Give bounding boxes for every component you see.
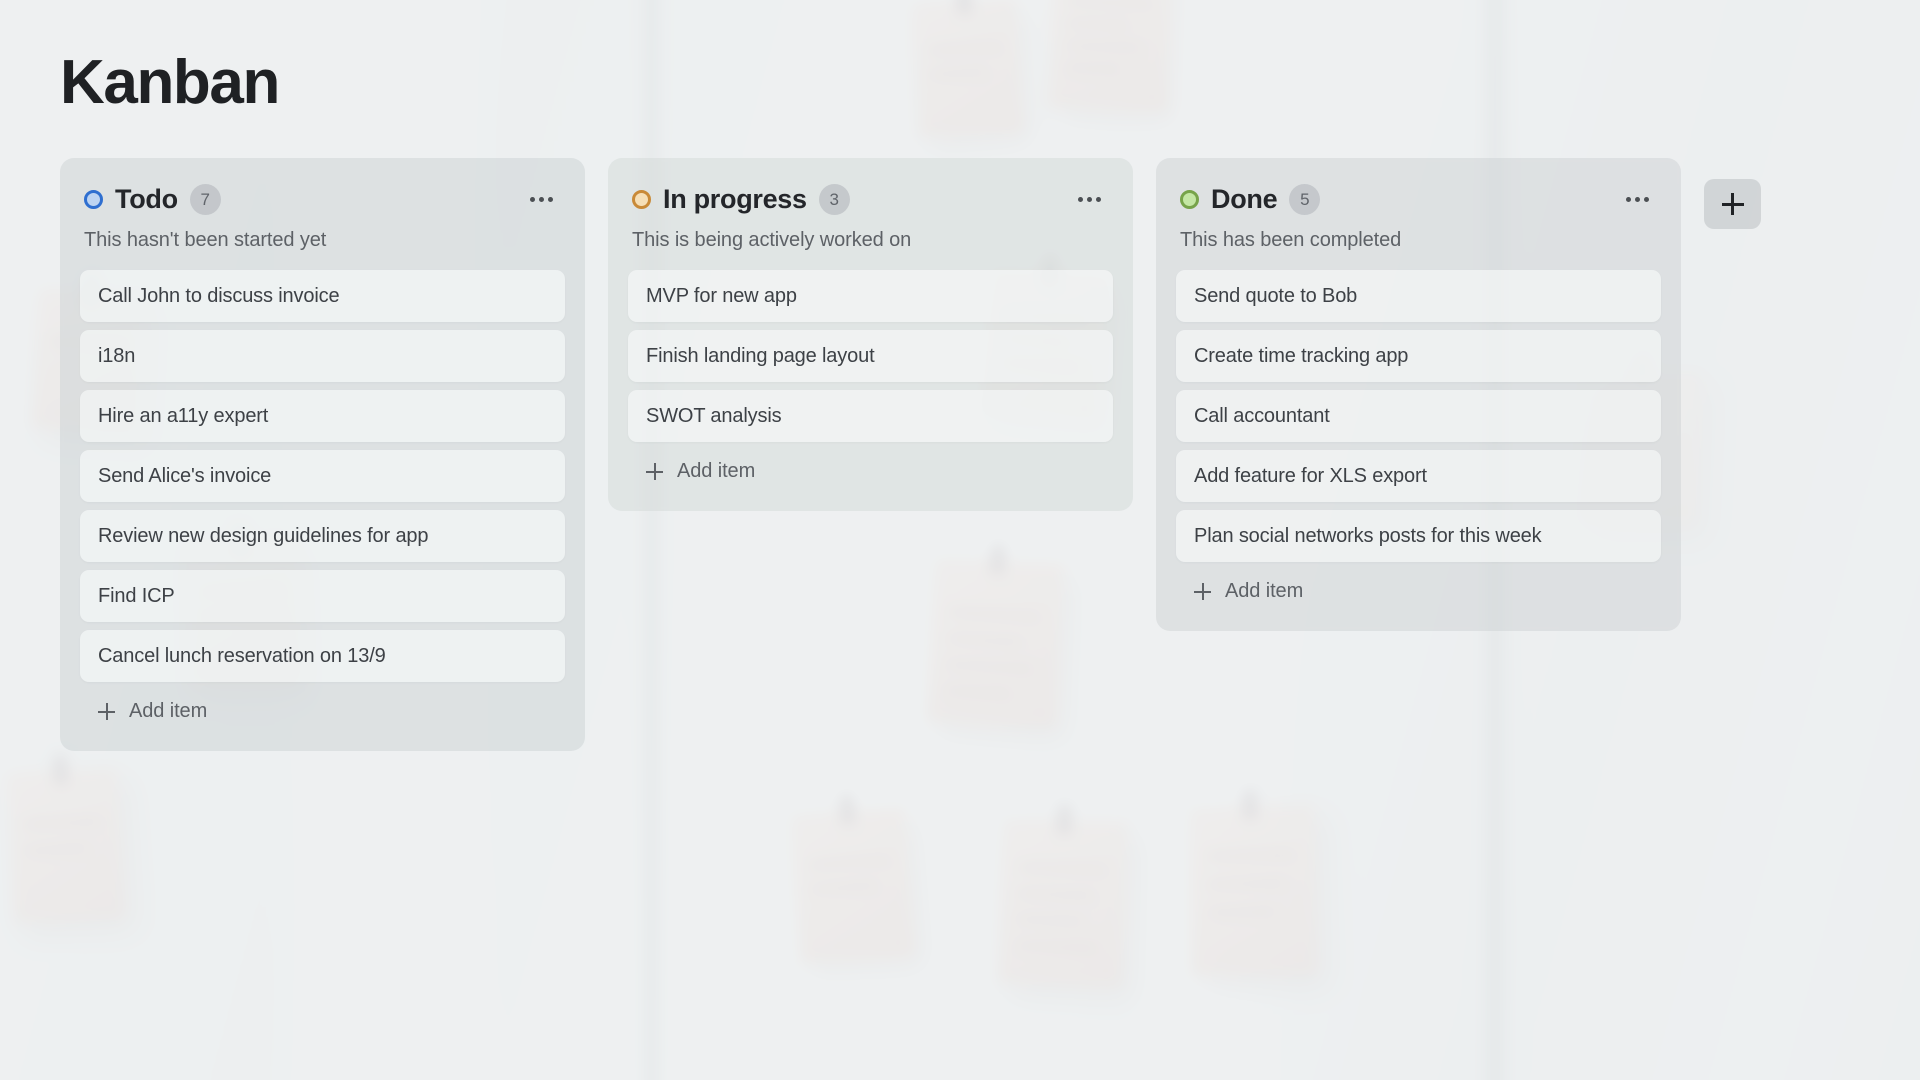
kanban-column-done: Done 5 This has been completed Send quot… (1156, 158, 1681, 631)
kanban-card[interactable]: Create time tracking app (1176, 330, 1661, 382)
more-horizontal-icon (1634, 197, 1640, 202)
add-item-button[interactable]: Add item (80, 682, 565, 731)
more-horizontal-icon (1095, 197, 1101, 202)
status-circle-icon (1180, 190, 1199, 209)
kanban-card[interactable]: Call accountant (1176, 390, 1661, 442)
kanban-app: Kanban Todo 7 This hasn't been started y… (0, 0, 1920, 1080)
column-menu-button[interactable] (1071, 185, 1107, 215)
kanban-card[interactable]: Hire an a11y expert (80, 390, 565, 442)
add-item-label: Add item (677, 460, 756, 482)
add-item-label: Add item (1225, 580, 1304, 602)
more-horizontal-icon (1625, 197, 1631, 202)
more-horizontal-icon (1077, 197, 1083, 202)
card-list: Call John to discuss invoice i18n Hire a… (80, 270, 565, 682)
kanban-card[interactable]: Finish landing page layout (628, 330, 1113, 382)
card-list: Send quote to Bob Create time tracking a… (1176, 270, 1661, 562)
column-count-badge: 5 (1289, 184, 1321, 215)
add-column-button[interactable] (1704, 179, 1761, 229)
kanban-card[interactable]: Review new design guidelines for app (80, 510, 565, 562)
kanban-card[interactable]: Call John to discuss invoice (80, 270, 565, 322)
column-header: Done 5 (1176, 184, 1661, 215)
kanban-card[interactable]: Add feature for XLS export (1176, 450, 1661, 502)
card-list: MVP for new app Finish landing page layo… (628, 270, 1113, 442)
status-circle-icon (84, 190, 103, 209)
kanban-card[interactable]: Plan social networks posts for this week (1176, 510, 1661, 562)
kanban-column-in-progress: In progress 3 This is being actively wor… (608, 158, 1133, 511)
column-header: Todo 7 (80, 184, 565, 215)
column-title: Todo (115, 184, 178, 214)
plus-icon (98, 703, 115, 720)
kanban-card[interactable]: MVP for new app (628, 270, 1113, 322)
plus-icon (1194, 583, 1211, 600)
add-item-button[interactable]: Add item (1176, 562, 1661, 611)
kanban-board: Todo 7 This hasn't been started yet Call… (60, 158, 1920, 751)
column-menu-button[interactable] (1619, 185, 1655, 215)
column-subtitle: This hasn't been started yet (84, 229, 327, 251)
column-menu-button[interactable] (523, 185, 559, 215)
column-header: In progress 3 (628, 184, 1113, 215)
kanban-card[interactable]: Send Alice's invoice (80, 450, 565, 502)
add-item-button[interactable]: Add item (628, 442, 1113, 491)
kanban-card[interactable]: i18n (80, 330, 565, 382)
more-horizontal-icon (1086, 197, 1092, 202)
more-horizontal-icon (1643, 197, 1649, 202)
column-title: In progress (663, 184, 807, 214)
more-horizontal-icon (547, 197, 553, 202)
kanban-card[interactable]: Send quote to Bob (1176, 270, 1661, 322)
column-title: Done (1211, 184, 1278, 214)
plus-icon (646, 463, 663, 480)
column-subtitle: This is being actively worked on (632, 229, 912, 251)
column-count-badge: 7 (189, 184, 221, 215)
status-circle-icon (632, 190, 651, 209)
plus-icon (1721, 193, 1744, 215)
kanban-card[interactable]: Find ICP (80, 570, 565, 622)
kanban-card[interactable]: Cancel lunch reservation on 13/9 (80, 630, 565, 682)
more-horizontal-icon (529, 197, 535, 202)
page-title: Kanban (60, 48, 280, 117)
column-subtitle: This has been completed (1180, 229, 1402, 251)
kanban-column-todo: Todo 7 This hasn't been started yet Call… (60, 158, 585, 751)
kanban-card[interactable]: SWOT analysis (628, 390, 1113, 442)
more-horizontal-icon (538, 197, 544, 202)
column-count-badge: 3 (818, 184, 850, 215)
add-item-label: Add item (129, 700, 208, 722)
